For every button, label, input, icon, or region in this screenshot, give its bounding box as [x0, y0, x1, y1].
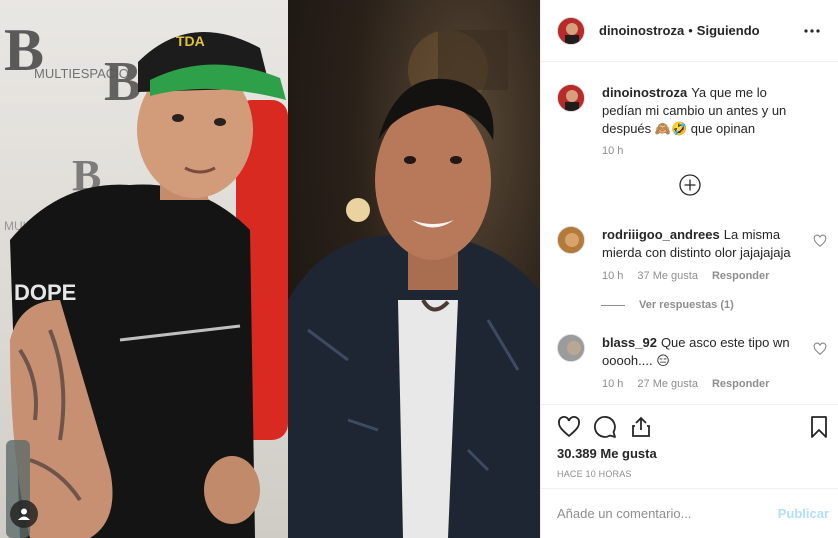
add-comment-input[interactable]	[557, 506, 757, 521]
publish-button[interactable]: Publicar	[778, 506, 829, 521]
comment-body: blass_92 Que asco este tipo wn ooooh.... …	[602, 334, 802, 370]
comment-meta: 10 h 37 Me gusta Responder	[602, 270, 783, 282]
post-header: dinoinostroza • Siguiendo	[541, 0, 838, 62]
comment-item: rodriiigoo_andrees La misma mierda con di…	[557, 226, 827, 262]
comment-time[interactable]: 10 h	[602, 270, 623, 282]
caption-row: dinoinostroza Ya que me lo pedían mi camb…	[557, 84, 827, 138]
caption-body: dinoinostroza Ya que me lo pedían mi camb…	[602, 84, 802, 138]
action-icons	[557, 415, 827, 441]
author-avatar-image	[558, 17, 584, 44]
comment-like-heart-icon[interactable]	[813, 234, 827, 248]
view-replies-button[interactable]: Ver respuestas (1)	[601, 299, 734, 311]
post-panel: dinoinostroza • Siguiendo dinoinostroza Y	[540, 0, 838, 538]
photo-after-illustration	[288, 30, 540, 538]
comment-body: rodriiigoo_andrees La misma mierda con di…	[602, 226, 802, 262]
comments-list[interactable]: dinoinostroza Ya que me lo pedían mi camb…	[541, 62, 838, 404]
comment-like-count[interactable]: 27 Me gusta	[637, 378, 698, 390]
heart-icon[interactable]	[557, 415, 581, 439]
svg-text:B: B	[104, 51, 141, 113]
comment-item: blass_92 Que asco este tipo wn ooooh.... …	[557, 334, 827, 370]
comment-bubble-icon[interactable]	[593, 415, 617, 439]
commenter-username-link[interactable]: rodriiigoo_andrees	[602, 227, 720, 242]
view-replies-label: Ver respuestas (1)	[639, 299, 734, 311]
header-separator: •	[688, 23, 693, 38]
load-more-comments-button[interactable]	[679, 174, 701, 196]
photo-before: B B MULTIESPACIO MULTIESPAC B TDA	[0, 0, 288, 538]
post-time-ago[interactable]: HACE 10 HORAS	[557, 469, 632, 479]
commenter-avatar[interactable]	[557, 334, 585, 362]
svg-text:DOPE: DOPE	[14, 280, 76, 305]
plus-circle-icon	[679, 174, 701, 196]
comment-time[interactable]: 10 h	[602, 378, 623, 390]
comment-like-heart-icon[interactable]	[813, 342, 827, 356]
likes-count[interactable]: 30.389 Me gusta	[557, 446, 657, 461]
view-replies-line	[601, 304, 625, 306]
reply-button[interactable]: Responder	[712, 378, 769, 390]
caption-meta: 10 h	[602, 145, 637, 157]
caption-time[interactable]: 10 h	[602, 145, 623, 157]
commenter-avatar-image	[558, 227, 584, 253]
comment-like-count[interactable]: 37 Me gusta	[637, 270, 698, 282]
add-comment-bar: Publicar	[541, 488, 838, 538]
bookmark-icon[interactable]	[807, 415, 831, 439]
commenter-username-link[interactable]: blass_92	[602, 335, 657, 350]
person-tag-button[interactable]	[10, 500, 38, 528]
more-options-button[interactable]	[800, 19, 824, 43]
more-options-icon	[804, 28, 820, 33]
author-avatar[interactable]	[557, 16, 585, 45]
caption-username-link[interactable]: dinoinostroza	[602, 85, 687, 100]
svg-text:TDA: TDA	[176, 33, 205, 49]
author-username-link[interactable]: dinoinostroza	[599, 23, 684, 38]
person-tag-icon	[18, 508, 30, 520]
post-photo[interactable]: B B MULTIESPACIO MULTIESPAC B TDA	[0, 0, 540, 538]
caption-avatar[interactable]	[557, 84, 585, 112]
reply-button[interactable]: Responder	[712, 270, 769, 282]
photo-after	[288, 0, 540, 538]
post-actions: 30.389 Me gusta HACE 10 HORAS	[541, 404, 838, 479]
commenter-avatar[interactable]	[557, 226, 585, 254]
caption-avatar-image	[558, 85, 584, 111]
following-button[interactable]: Siguiendo	[697, 23, 760, 38]
commenter-avatar-image	[558, 335, 584, 361]
svg-text:MULTIESPACIO: MULTIESPACIO	[34, 66, 129, 81]
comment-meta: 10 h 27 Me gusta Responder	[602, 378, 783, 390]
photo-before-illustration: B B MULTIESPACIO MULTIESPAC B TDA	[4, 17, 288, 538]
share-icon[interactable]	[629, 415, 653, 439]
